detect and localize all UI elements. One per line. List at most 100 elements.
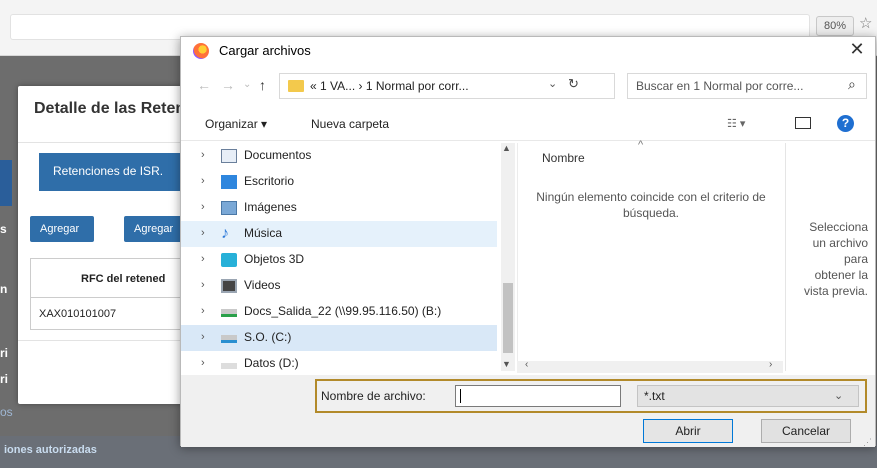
tree-item-drive-c[interactable]: › S.O. (C:) <box>181 325 497 351</box>
search-input[interactable]: Buscar en 1 Normal por corre... ⌕ <box>627 73 867 99</box>
chevron-right-icon[interactable]: › <box>201 279 205 291</box>
tree-scrollbar[interactable] <box>501 143 515 371</box>
chevron-right-icon[interactable]: › <box>201 331 205 343</box>
detail-modal: Detalle de las Reten Retenciones de ISR.… <box>18 86 198 404</box>
tree-item-label: Docs_Salida_22 (\\99.95.116.50) (B:) <box>244 304 442 318</box>
scroll-up-icon[interactable]: ▲ <box>502 143 511 153</box>
preview-line: para <box>843 252 868 266</box>
chevron-right-icon[interactable]: › <box>201 253 205 265</box>
up-arrow-icon[interactable]: ↑ <box>259 77 266 93</box>
breadcrumb-overflow[interactable]: « <box>310 79 317 93</box>
chevron-right-icon[interactable]: › <box>201 201 205 213</box>
divider <box>18 142 198 143</box>
tree-item-documentos[interactable]: › Documentos <box>181 143 497 169</box>
filetype-select[interactable]: *.txt ⌄ <box>637 385 859 407</box>
horizontal-scrollbar[interactable] <box>517 361 783 373</box>
breadcrumb-separator[interactable]: › <box>359 79 363 93</box>
table-row[interactable]: XAX010101007 <box>30 298 198 330</box>
organize-menu-button[interactable]: Organizar ▾ <box>205 117 267 131</box>
page-nav-fragment: os <box>0 405 13 419</box>
tree-item-musica[interactable]: › ♪ Música <box>181 221 497 247</box>
page-nav-fragment: ri <box>0 346 9 360</box>
close-icon[interactable]: ✕ <box>845 39 869 60</box>
open-button[interactable]: Abrir <box>643 419 733 443</box>
network-drive-icon <box>221 309 237 317</box>
tree-item-drive-d[interactable]: › Datos (D:) <box>181 351 497 371</box>
tree-item-videos[interactable]: › Videos <box>181 273 497 299</box>
preview-line: vista previa. <box>803 284 868 298</box>
tree-item-label: Datos (D:) <box>244 356 299 370</box>
cancel-button[interactable]: Cancelar <box>761 419 851 443</box>
search-icon[interactable]: ⌕ <box>848 76 856 93</box>
file-open-dialog: Cargar archivos ✕ ← → ⌄ ↑ « 1 VA... › 1 … <box>180 36 876 447</box>
images-icon <box>221 201 237 215</box>
help-icon[interactable]: ? <box>837 115 854 132</box>
preview-line: Selecciona <box>809 220 868 234</box>
bookmark-star-icon[interactable]: ☆ <box>859 14 872 32</box>
add-button[interactable]: Agregar <box>30 216 94 242</box>
breadcrumb-segment[interactable]: 1 VA... <box>320 79 355 93</box>
tree-item-label: Videos <box>244 278 281 292</box>
view-options-icon[interactable]: ☷ ▾ <box>727 117 745 130</box>
preview-pane-icon[interactable] <box>795 117 811 129</box>
page-side-strip <box>0 160 12 206</box>
tree-item-label: Escritorio <box>244 174 295 188</box>
tree-item-label: S.O. (C:) <box>244 330 292 344</box>
scroll-right-icon[interactable]: › <box>769 359 772 370</box>
search-placeholder: Buscar en 1 Normal por corre... <box>636 79 804 93</box>
drive-icon <box>221 335 237 343</box>
page-nav-fragment: n <box>0 282 8 296</box>
3d-objects-icon <box>221 253 237 267</box>
zoom-badge[interactable]: 80% <box>816 16 854 36</box>
chevron-right-icon[interactable]: › <box>201 227 205 239</box>
chevron-down-icon[interactable]: ⌄ <box>834 389 843 402</box>
tree-item-imagenes[interactable]: › Imágenes <box>181 195 497 221</box>
chevron-right-icon[interactable]: › <box>201 305 205 317</box>
dialog-footer: Nombre de archivo: ⌄ *.txt ⌄ Abrir Cance… <box>181 375 875 447</box>
refresh-icon[interactable]: ↻ <box>568 76 579 92</box>
videos-icon <box>221 279 237 293</box>
dialog-toolbar: Organizar ▾ Nueva carpeta ☷ ▾ ? <box>181 109 875 141</box>
tree-item-label: Objetos 3D <box>244 252 305 266</box>
file-list-area[interactable]: Nombre ^ Ningún elemento coincide con el… <box>517 139 783 371</box>
folder-icon <box>288 80 304 92</box>
tree-item-label: Imágenes <box>244 200 297 214</box>
back-arrow-icon[interactable]: ← <box>197 77 211 93</box>
drive-icon <box>221 363 237 369</box>
music-icon: ♪ <box>221 225 229 242</box>
tab-retenciones-isr[interactable]: Retenciones de ISR. <box>39 153 189 191</box>
chevron-right-icon[interactable]: › <box>201 357 205 369</box>
empty-message-line: búsqueda. <box>622 206 680 220</box>
new-folder-button[interactable]: Nueva carpeta <box>311 117 389 131</box>
scroll-left-icon[interactable]: ‹ <box>525 359 528 370</box>
scroll-down-icon[interactable]: ▼ <box>502 359 511 369</box>
breadcrumb-segment[interactable]: 1 Normal por corr... <box>366 79 469 93</box>
page-nav-fragment: ri <box>0 372 9 386</box>
modal-title: Detalle de las Reten <box>34 100 186 117</box>
filetype-value: *.txt <box>644 389 665 403</box>
text-caret <box>460 389 461 403</box>
table-header-rfc: RFC del retened <box>30 258 198 298</box>
chevron-down-icon[interactable]: ⌄ <box>548 77 557 90</box>
path-breadcrumb[interactable]: « 1 VA... › 1 Normal por corr... ⌄ ↻ <box>279 73 615 99</box>
resize-grip-icon[interactable]: ⋰ <box>863 437 872 448</box>
preview-pane: Selecciona un archivo para obtener la vi… <box>785 143 875 371</box>
scrollbar-thumb[interactable] <box>503 283 513 353</box>
tree-item-objetos-3d[interactable]: › Objetos 3D <box>181 247 497 273</box>
tree-item-label: Música <box>244 226 283 240</box>
tree-item-network-drive[interactable]: › Docs_Salida_22 (\\99.95.116.50) (B:) <box>181 299 497 325</box>
dialog-title: Cargar archivos <box>219 43 311 58</box>
tree-item-escritorio[interactable]: › Escritorio <box>181 169 497 195</box>
column-header-name[interactable]: Nombre <box>542 151 585 165</box>
navigation-row: ← → ⌄ ↑ « 1 VA... › 1 Normal por corr...… <box>181 71 875 101</box>
firefox-icon <box>193 43 209 59</box>
tree-item-label: Documentos <box>244 148 312 162</box>
preview-message: Selecciona un archivo para obtener la vi… <box>786 219 874 299</box>
forward-arrow-icon[interactable]: → <box>221 77 235 93</box>
filename-input[interactable]: ⌄ <box>455 385 621 407</box>
chevron-right-icon[interactable]: › <box>201 175 205 187</box>
recent-locations-icon[interactable]: ⌄ <box>243 79 251 90</box>
empty-message-line: Ningún elemento coincide con el criterio… <box>536 190 766 204</box>
document-icon <box>221 149 237 163</box>
chevron-right-icon[interactable]: › <box>201 149 205 161</box>
